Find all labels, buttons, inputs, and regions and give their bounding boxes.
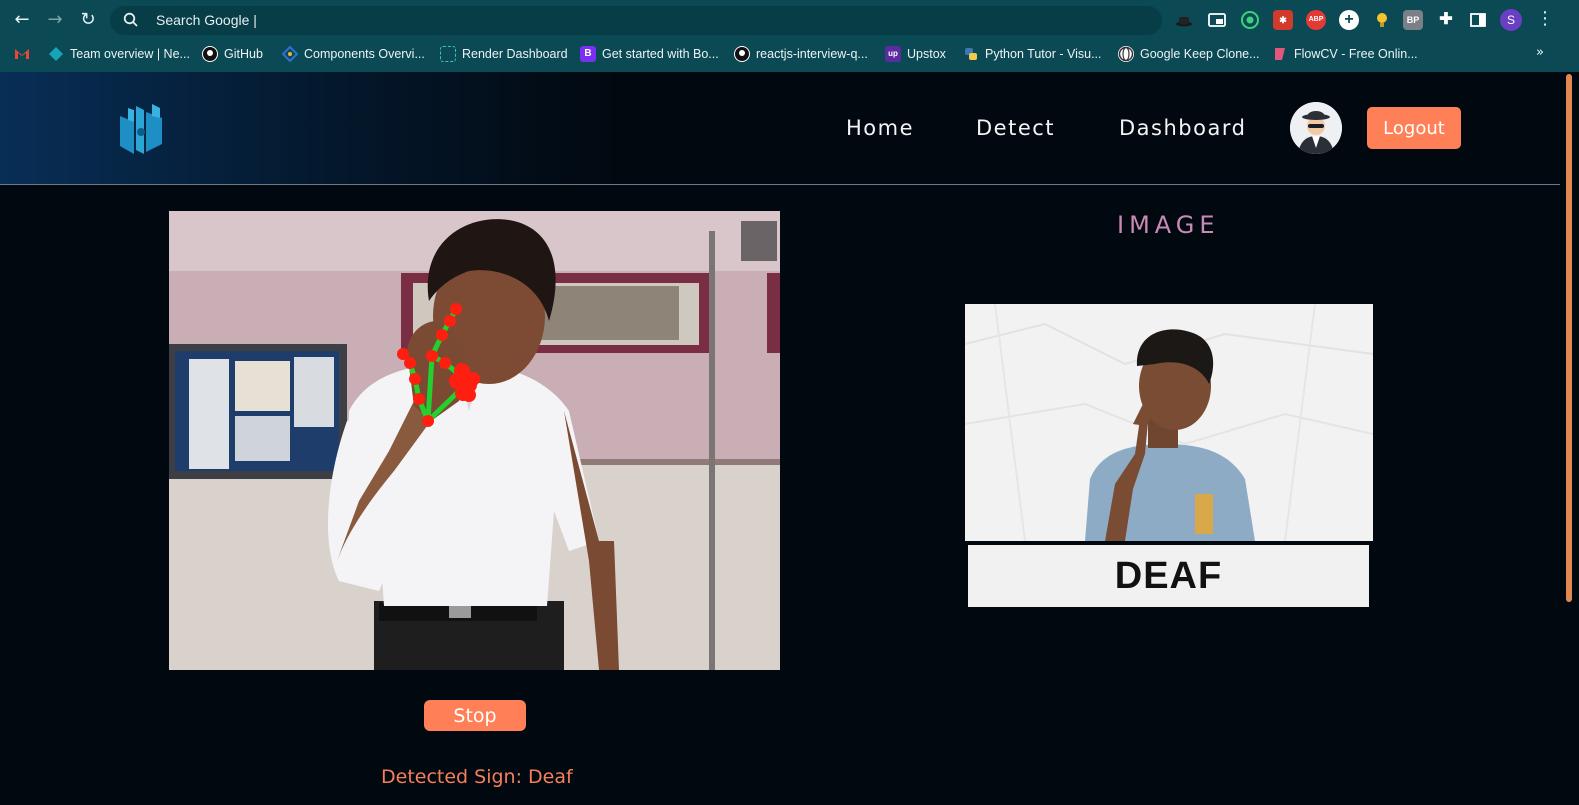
hat-icon[interactable] <box>1174 10 1194 30</box>
nav-detect-link[interactable]: Detect <box>976 116 1055 140</box>
nav-dashboard-link[interactable]: Dashboard <box>1119 116 1246 140</box>
bookmark-label: Upstox <box>907 47 946 61</box>
gmail-icon <box>14 46 30 62</box>
detected-sign-text: Detected Sign: Deaf <box>381 766 573 788</box>
bookmark-components[interactable]: Components Overvi... <box>281 45 425 63</box>
bookmark-label: Google Keep Clone... <box>1140 47 1260 61</box>
menu-icon[interactable]: ⋮ <box>1536 8 1554 29</box>
python-icon <box>963 46 979 62</box>
browser-toolbar: ← → ↻ Search Google | ✱ ABP + BP ✚ S ⋮ <box>0 0 1579 40</box>
bookmarks-bar: Team overview | Ne... GitHub Components … <box>0 41 1579 67</box>
app-header: Home Detect Dashboard Logout <box>0 72 1560 185</box>
search-icon <box>123 12 138 27</box>
render-icon <box>440 46 456 62</box>
hands-logo-icon[interactable] <box>110 98 172 158</box>
bulb-icon[interactable] <box>1372 10 1392 30</box>
bookmark-upstox[interactable]: up Upstox <box>885 45 946 63</box>
nav-home-link[interactable]: Home <box>846 116 914 140</box>
components-icon <box>281 45 299 63</box>
more-bookmarks-button[interactable]: » <box>1536 45 1544 60</box>
bookmark-label: Team overview | Ne... <box>70 47 190 61</box>
browser-chrome: ← → ↻ Search Google | ✱ ABP + BP ✚ S ⋮ T… <box>0 0 1579 72</box>
camera-feed <box>169 211 780 670</box>
bookmark-reactjs-interview[interactable]: reactjs-interview-q... <box>734 45 868 63</box>
stop-button[interactable]: Stop <box>424 700 526 731</box>
spy-avatar-icon <box>1290 102 1342 154</box>
scrollbar-thumb[interactable] <box>1566 74 1572 602</box>
logout-button[interactable]: Logout <box>1367 107 1461 149</box>
upstox-icon: up <box>885 46 901 62</box>
pixel-icon[interactable]: ✱ <box>1273 10 1293 30</box>
bookmark-label: Get started with Bo... <box>602 47 719 61</box>
forward-icon[interactable]: → <box>43 8 67 32</box>
bookmark-label: Render Dashboard <box>462 47 568 61</box>
plus-icon[interactable]: + <box>1339 10 1359 30</box>
reference-image-title: IMAGE <box>1117 211 1220 239</box>
github-icon <box>734 46 750 62</box>
bootstrap-icon: B <box>580 46 596 62</box>
user-avatar[interactable] <box>1290 102 1342 154</box>
bookmark-label: GitHub <box>224 47 263 61</box>
profile-avatar[interactable]: S <box>1500 9 1522 31</box>
pip-icon[interactable] <box>1207 10 1227 30</box>
bookmark-render[interactable]: Render Dashboard <box>440 45 568 63</box>
back-icon[interactable]: ← <box>10 8 34 32</box>
bookmark-team-overview[interactable]: Team overview | Ne... <box>48 45 190 63</box>
bookmark-label: reactjs-interview-q... <box>756 47 868 61</box>
puzzle-icon[interactable]: ✚ <box>1436 10 1456 30</box>
sign-demo-image <box>965 304 1373 541</box>
abp-icon[interactable]: ABP <box>1306 10 1326 30</box>
bookmark-google-keep-clone[interactable]: Google Keep Clone... <box>1118 45 1260 63</box>
bookmark-github[interactable]: GitHub <box>202 45 263 63</box>
diamond-icon <box>48 46 64 62</box>
page-scrollbar[interactable] <box>1560 72 1579 805</box>
reference-sign-caption: DEAF <box>968 545 1369 607</box>
bookmark-python-tutor[interactable]: Python Tutor - Visu... <box>963 45 1102 63</box>
reload-icon[interactable]: ↻ <box>76 8 100 32</box>
target-icon[interactable] <box>1240 10 1260 30</box>
globe-icon <box>1118 46 1134 62</box>
reference-sign-card: DEAF <box>965 304 1373 607</box>
flowcv-icon <box>1272 46 1288 62</box>
webcam-frame-image <box>169 211 780 670</box>
bookmark-gmail[interactable] <box>14 45 30 63</box>
address-bar[interactable]: Search Google | <box>110 6 1162 35</box>
bp-icon[interactable]: BP <box>1403 10 1423 30</box>
bookmark-label: Python Tutor - Visu... <box>985 47 1102 61</box>
address-bar-text: Search Google | <box>156 12 257 28</box>
bookmark-bootstrap[interactable]: B Get started with Bo... <box>580 45 719 63</box>
github-icon <box>202 46 218 62</box>
bookmark-label: Components Overvi... <box>304 47 425 61</box>
bookmark-label: FlowCV - Free Onlin... <box>1294 47 1418 61</box>
reference-sign-photo <box>965 304 1373 541</box>
bookmark-flowcv[interactable]: FlowCV - Free Onlin... <box>1272 45 1418 63</box>
sidepanel-icon[interactable] <box>1468 10 1488 30</box>
